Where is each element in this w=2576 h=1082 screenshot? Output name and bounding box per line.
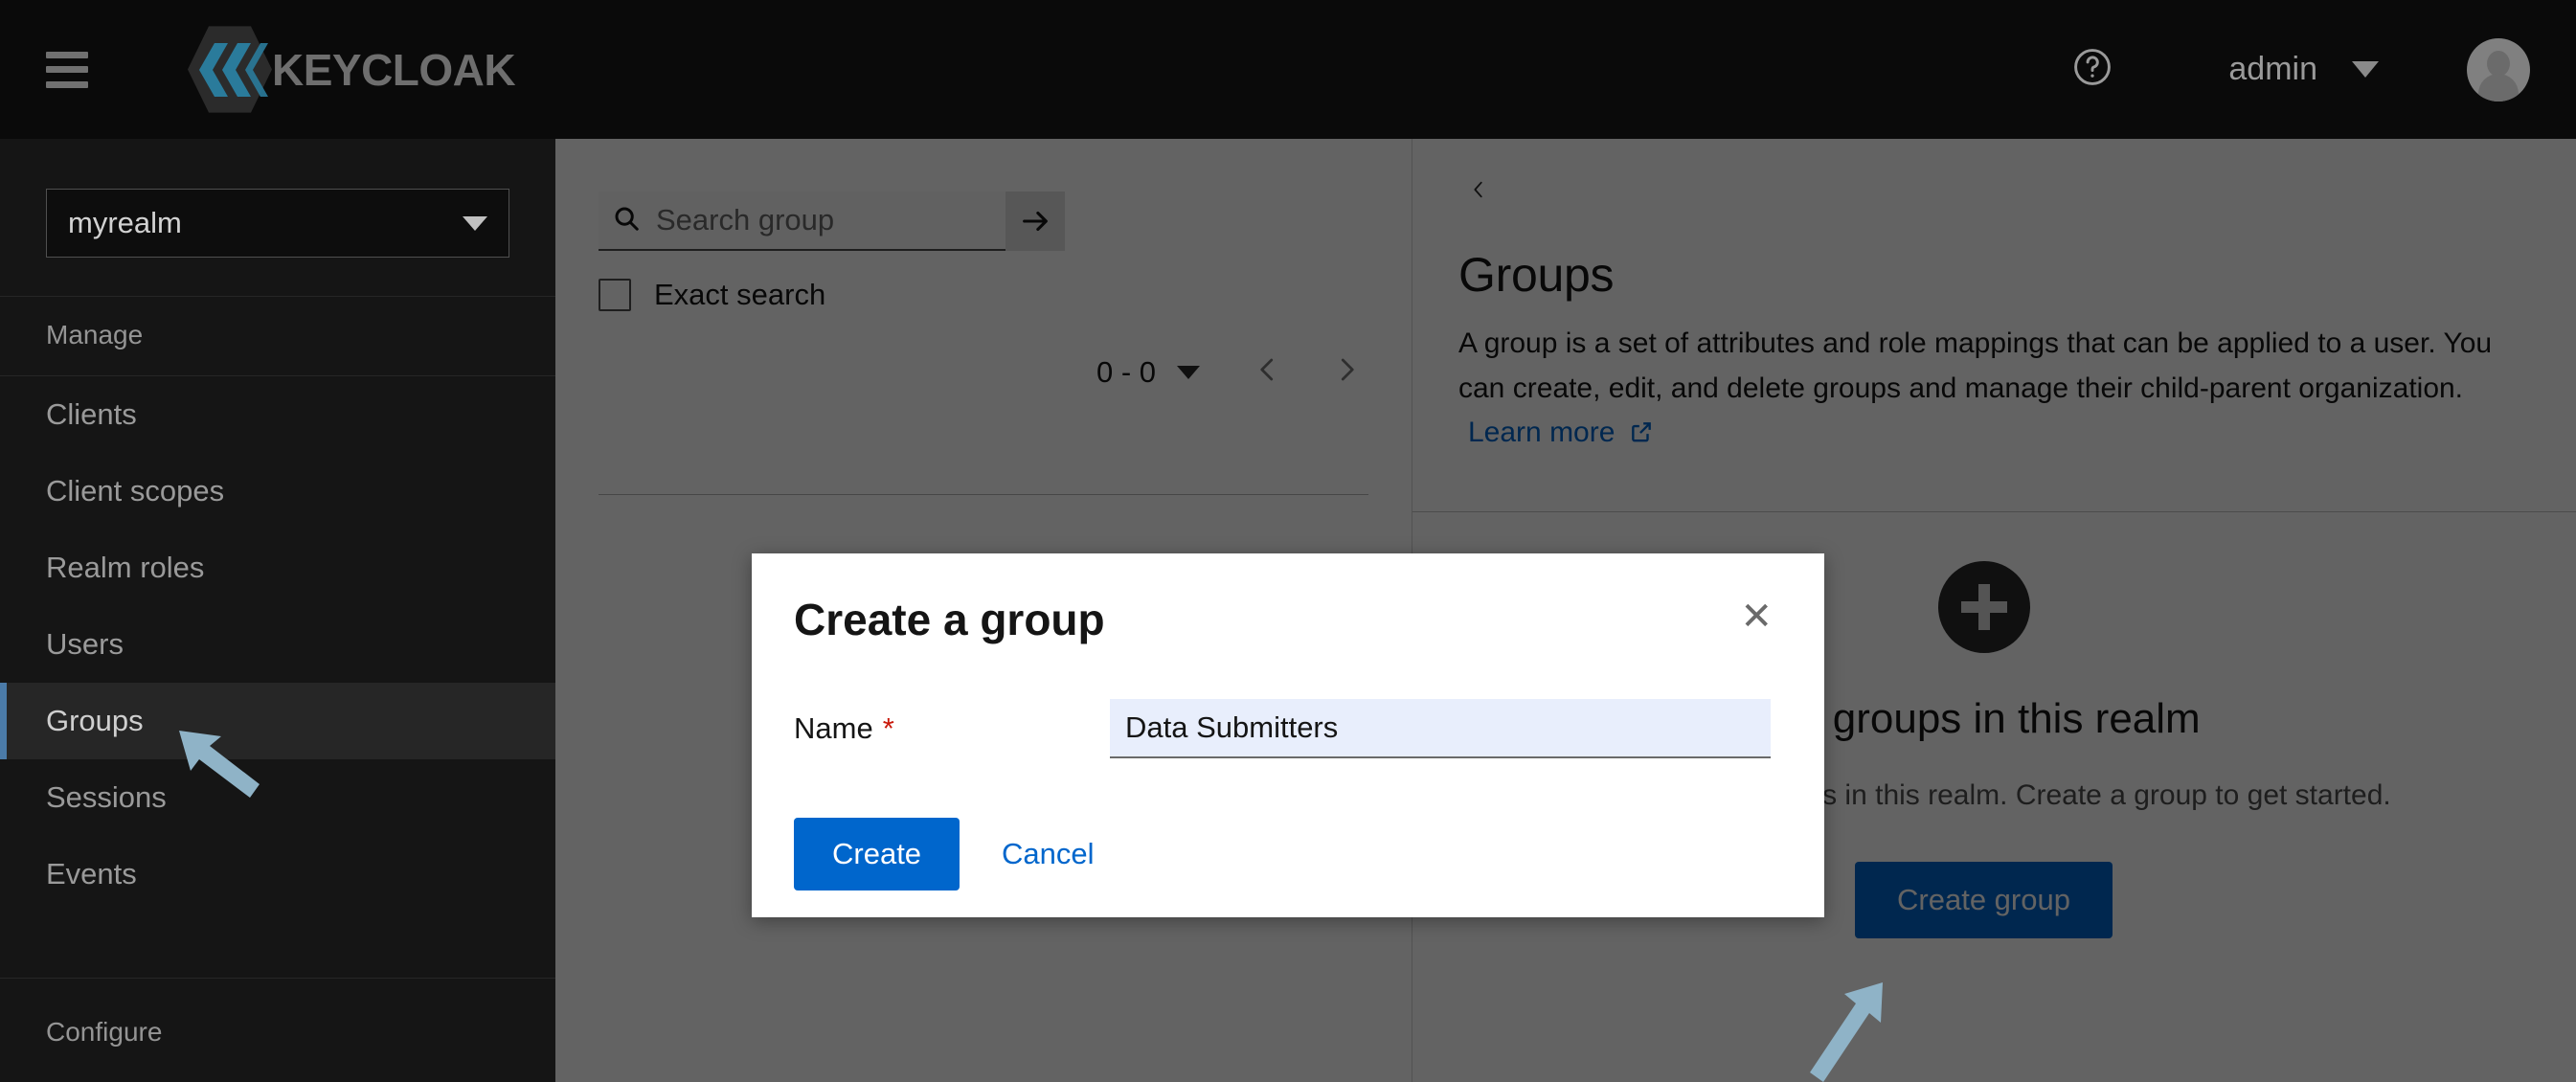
realm-selector[interactable]: myrealm — [46, 189, 509, 258]
keycloak-logo[interactable]: KEYCLOAK — [176, 16, 515, 124]
nav-section-configure: Configure — [0, 978, 555, 1072]
sidebar-item-client-scopes[interactable]: Client scopes — [0, 453, 555, 530]
nav-section-manage: Manage — [0, 296, 555, 376]
name-field-label: Name * — [794, 711, 1110, 746]
modal-form: Name * — [794, 699, 1782, 758]
brand-text: KEYCLOAK — [272, 44, 515, 96]
modal-actions: Create Cancel — [794, 818, 1782, 890]
help-circle-icon[interactable] — [2071, 46, 2113, 93]
sidebar-item-clients[interactable]: Clients — [0, 376, 555, 453]
masthead: KEYCLOAK admin — [0, 0, 2576, 139]
keycloak-admin-console: KEYCLOAK admin myrealm Manage Clients — [0, 0, 2576, 1082]
name-label-text: Name — [794, 711, 873, 745]
create-button[interactable]: Create — [794, 818, 960, 890]
create-group-modal: Create a group ✕ Name * Create Cancel — [752, 553, 1824, 917]
sidebar-item-groups[interactable]: Groups — [0, 683, 555, 759]
modal-header: Create a group ✕ — [794, 594, 1782, 645]
caret-down-icon — [463, 216, 487, 231]
avatar[interactable] — [2467, 38, 2530, 101]
sidebar-item-realm-roles[interactable]: Realm roles — [0, 530, 555, 606]
sidebar: myrealm Manage Clients Client scopes Rea… — [0, 139, 555, 1082]
realm-selector-wrap: myrealm — [0, 139, 555, 296]
name-input[interactable] — [1110, 699, 1771, 758]
sidebar-item-users[interactable]: Users — [0, 606, 555, 683]
cancel-button[interactable]: Cancel — [1002, 837, 1095, 871]
sidebar-item-events[interactable]: Events — [0, 836, 555, 913]
realm-selector-value: myrealm — [68, 206, 182, 240]
hamburger-icon[interactable] — [46, 52, 88, 88]
close-icon[interactable]: ✕ — [1730, 594, 1782, 640]
required-marker: * — [883, 711, 894, 745]
masthead-actions: admin — [2071, 38, 2530, 101]
keycloak-hex-icon — [176, 16, 283, 124]
modal-title: Create a group — [794, 594, 1105, 645]
nav-spacer — [0, 913, 555, 978]
user-menu-label[interactable]: admin — [2228, 51, 2317, 88]
sidebar-item-sessions[interactable]: Sessions — [0, 759, 555, 836]
caret-down-icon[interactable] — [2352, 61, 2379, 78]
